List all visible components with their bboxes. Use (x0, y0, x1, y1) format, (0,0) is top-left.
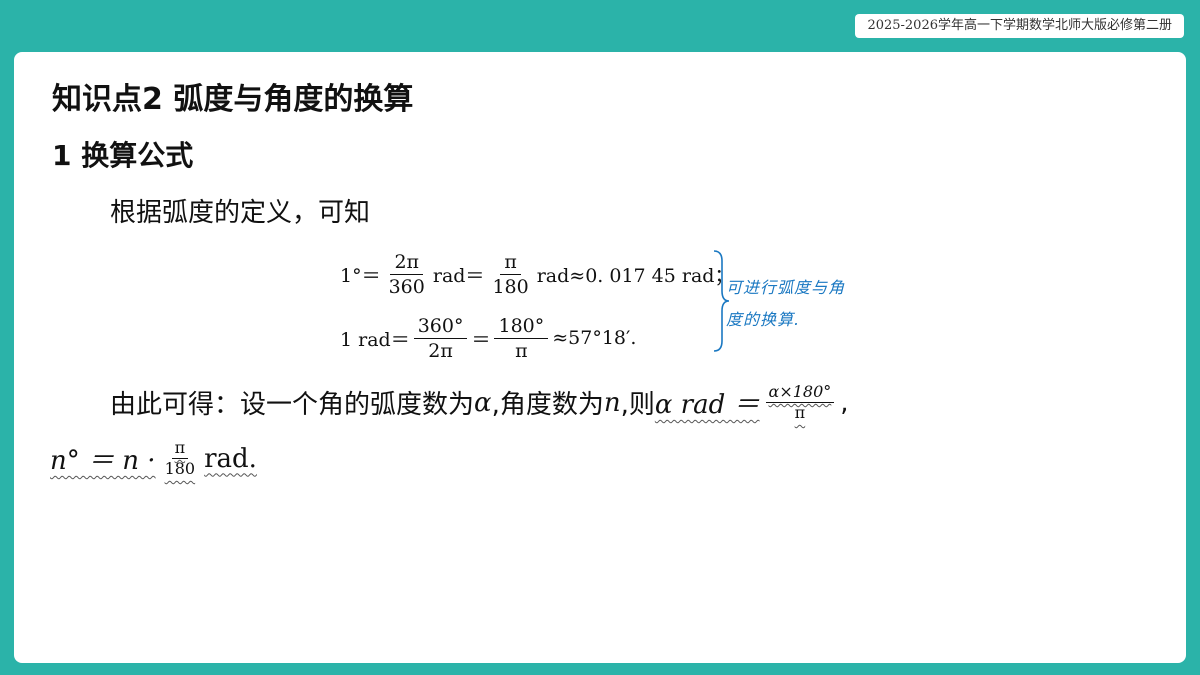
slide-title: 知识点2 弧度与角度的换算 (52, 82, 414, 117)
alpha-rad-formula: α rad ＝ α×180° π (655, 382, 840, 423)
line3-text: 由此可得：设一个角的弧度数为 (110, 390, 475, 420)
formula1-frac1: 2π 360 (385, 250, 429, 299)
formula2-lhs: 1 rad＝ (340, 328, 410, 351)
degree-to-rad-line: n° ＝ n · π 180 rad. (50, 438, 257, 479)
formula2-frac1: 360° 2π (413, 314, 468, 363)
alpha-rad-frac: α×180° π (765, 382, 835, 423)
formula1-frac2: π 180 (488, 250, 532, 299)
formula1-tail: rad≈0. 017 45 rad； (536, 264, 734, 287)
note-line-1: 可进行弧度与角 (726, 278, 846, 297)
formula2-frac2-den: π (515, 339, 528, 362)
formula-degree-to-rad: 1°＝ 2π 360 rad＝ π 180 rad≈0. 017 45 rad； (340, 242, 733, 306)
formula2-tail: ≈57°18′. (552, 327, 637, 349)
formula1-frac2-num: π (500, 250, 521, 275)
n-degree-lhs: n° ＝ n · (50, 446, 156, 476)
formula1-mid: rad＝ (432, 264, 485, 287)
formula2-frac2: 180° π (494, 314, 549, 363)
section-heading: 1 换算公式 (52, 139, 194, 172)
n-degree-tail: rad. (204, 443, 257, 474)
formula2-frac2-num: 180° (494, 314, 549, 339)
n-degree-frac: π 180 (162, 438, 199, 479)
formula1-frac1-num: 2π (390, 250, 424, 275)
slide-panel: 知识点2 弧度与角度的换算 1 换算公式 根据弧度的定义，可知 1°＝ 2π 3… (14, 52, 1186, 663)
derivation-line: 由此可得：设一个角的弧度数为 α ,角度数为 n ,则 α rad ＝ α×18… (110, 382, 849, 423)
formula1-frac2-den: 180 (492, 275, 529, 298)
intro-text: 根据弧度的定义，可知 (110, 198, 371, 228)
alpha-rad-frac-den: π (794, 403, 806, 422)
alpha-rad-frac-num: α×180° (765, 382, 835, 403)
alpha-symbol: α (474, 387, 492, 418)
annotation-note: 可进行弧度与角 度的换算. (726, 272, 845, 336)
alpha-rad-lhs: α rad ＝ (654, 390, 760, 420)
conversion-formulas: 1°＝ 2π 360 rad＝ π 180 rad≈0. 017 45 rad；… (340, 242, 733, 370)
n-symbol: n (603, 387, 621, 418)
formula2-frac1-num: 360° (413, 314, 468, 339)
note-line-2: 度的换算. (726, 310, 801, 329)
line3-then: ,则 (620, 390, 655, 420)
line3-mid: ,角度数为 (491, 390, 604, 420)
n-degree-formula: n° ＝ n · π 180 rad. (50, 438, 257, 479)
course-badge: 2025-2026学年高一下学期数学北师大版必修第二册 (855, 14, 1184, 38)
formula-rad-to-degree: 1 rad＝ 360° 2π ＝ 180° π ≈57°18′. (340, 306, 733, 370)
formula1-frac1-den: 360 (388, 275, 425, 298)
line3-end: , (840, 387, 849, 418)
formula2-frac1-den: 2π (428, 339, 453, 362)
n-degree-frac-den: 180 (164, 459, 196, 478)
n-degree-frac-num: π (171, 438, 189, 459)
formula1-lhs: 1°＝ (340, 264, 381, 287)
formula2-mid: ＝ (471, 328, 491, 351)
